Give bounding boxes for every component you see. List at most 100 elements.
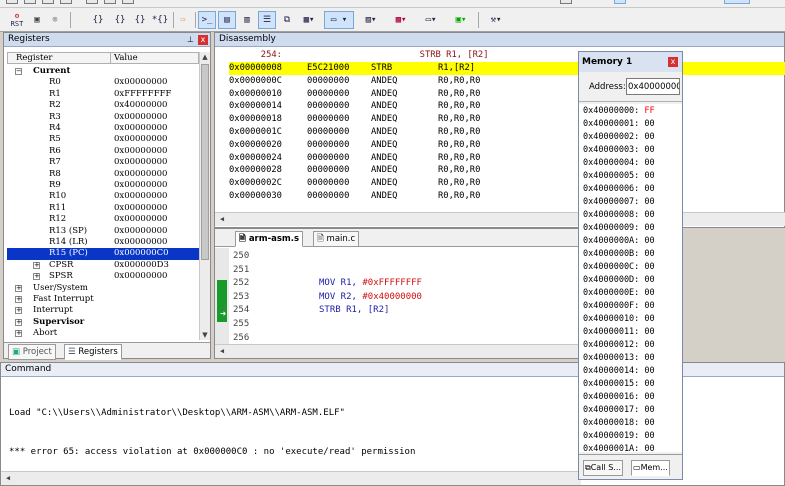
register-value[interactable]: 0x00000000 <box>114 237 167 248</box>
editor-line[interactable]: 250 <box>215 249 577 263</box>
memory-value[interactable]: 00 <box>644 132 654 142</box>
expand-icon[interactable]: + <box>15 318 22 326</box>
tab-memory[interactable]: ▭Mem... <box>631 460 670 476</box>
copy-icon[interactable] <box>104 0 116 4</box>
memory-row[interactable]: 0x4000000B: 00 <box>583 248 677 261</box>
expand-icon[interactable]: + <box>33 261 40 269</box>
memory-row[interactable]: 0x40000010: 00 <box>583 313 677 326</box>
call-stack-icon[interactable]: ⧉ <box>278 11 296 29</box>
memory-value[interactable]: 00 <box>644 158 654 168</box>
memory-value[interactable]: FF <box>644 106 654 116</box>
memory-title-bar[interactable]: Memory 1 x <box>579 52 682 72</box>
analysis-window-icon[interactable]: ▩▾ <box>388 11 414 29</box>
expand-icon[interactable]: + <box>15 296 22 303</box>
register-value[interactable]: 0x00000000 <box>114 77 167 88</box>
memory-value[interactable]: 00 <box>644 249 654 259</box>
trace-window-icon[interactable]: ▭▾ <box>418 11 444 29</box>
register-row[interactable]: R0 0x00000000 <box>7 77 201 88</box>
memory-row[interactable]: 0x40000017: 00 <box>583 404 677 417</box>
register-value[interactable]: 0xFFFFFFFF <box>114 89 171 100</box>
memory-row[interactable]: 0x40000007: 00 <box>583 196 677 209</box>
memory-row[interactable]: 0x40000008: 00 <box>583 209 677 222</box>
memory-value[interactable]: 00 <box>644 405 654 415</box>
memory-value[interactable]: 00 <box>644 379 654 389</box>
register-value[interactable]: 0x00000000 <box>114 203 167 214</box>
memory-row[interactable]: 0x40000004: 00 <box>583 157 677 170</box>
memory-row[interactable]: 0x40000002: 00 <box>583 131 677 144</box>
symbols-window-icon[interactable]: ▥ <box>238 11 256 29</box>
toolbox-icon[interactable]: ⚒▾ <box>482 11 510 29</box>
memory-value[interactable]: 00 <box>644 301 654 311</box>
save-all-icon[interactable] <box>60 0 72 4</box>
register-value[interactable]: 0x00000000 <box>114 214 167 225</box>
memory-value[interactable]: 00 <box>644 340 654 350</box>
disassembly-row[interactable]: 0x0000001C 00000000 ANDEQ R0,R0,R0 <box>229 126 785 139</box>
disassembly-row[interactable]: 0x00000018 00000000 ANDEQ R0,R0,R0 <box>229 113 785 126</box>
disassembly-hscrollbar[interactable]: ◀ <box>215 212 785 226</box>
disassembly-row[interactable]: 0x00000030 00000000 ANDEQ R0,R0,R0 <box>229 190 785 203</box>
tab-project[interactable]: ▣ Project <box>8 344 56 360</box>
memory-value[interactable]: 00 <box>644 171 654 181</box>
register-row[interactable]: R8 0x00000000 <box>7 169 201 180</box>
register-value[interactable]: 0x00000000 <box>114 157 167 168</box>
disassembly-row[interactable]: 0x0000002C 00000000 ANDEQ R0,R0,R0 <box>229 177 785 190</box>
memory-value[interactable]: 00 <box>644 366 654 376</box>
column-header-register[interactable]: Register <box>16 53 52 64</box>
disassembly-row[interactable]: 0x00000014 00000000 ANDEQ R0,R0,R0 <box>229 100 785 113</box>
register-mode-group[interactable]: + Interrupt <box>7 305 201 316</box>
editor-line[interactable]: 253 MOV R2, #0x40000000 <box>215 290 577 304</box>
run-to-cursor-icon[interactable]: *{} <box>150 11 170 29</box>
memory-value[interactable]: 00 <box>644 327 654 337</box>
command-window-icon[interactable]: >_ <box>198 11 216 29</box>
serial-window-icon[interactable]: ▨▾ <box>358 11 384 29</box>
stop-icon[interactable]: ▣ <box>28 11 46 29</box>
register-mode-group[interactable]: + Fast Interrupt <box>7 294 201 305</box>
register-value[interactable]: 0x00000000 <box>114 191 167 202</box>
collapse-icon[interactable]: − <box>15 68 22 75</box>
register-row[interactable]: R12 0x00000000 <box>7 214 201 225</box>
register-value[interactable]: 0x00000000 <box>114 134 167 145</box>
memory-value[interactable]: 00 <box>644 353 654 363</box>
register-row[interactable]: + SPSR 0x00000000 <box>7 271 201 282</box>
register-value[interactable]: 0x000000C0 <box>114 248 169 259</box>
register-row[interactable]: R15 (PC) 0x000000C0 <box>7 248 201 260</box>
expand-icon[interactable]: + <box>33 273 40 281</box>
memory-row[interactable]: 0x40000018: 00 <box>583 417 677 430</box>
open-file-icon[interactable] <box>24 0 36 4</box>
close-icon[interactable]: x <box>198 35 208 45</box>
expand-icon[interactable]: + <box>15 330 22 338</box>
rst-icon[interactable]: ⚙ RST <box>8 11 26 29</box>
memory-value[interactable]: 00 <box>644 145 654 155</box>
register-value[interactable]: 0x00000000 <box>114 271 167 282</box>
register-row[interactable]: R10 0x00000000 <box>7 191 201 202</box>
memory-rows[interactable]: 0x40000000: FF 0x40000001: 00 0x40000002: … <box>579 104 682 452</box>
memory-value[interactable]: 00 <box>644 119 654 129</box>
tab-call-stack[interactable]: ⧉Call S... <box>583 460 623 476</box>
registers-window-icon[interactable]: ☰ <box>258 11 276 29</box>
step-into-icon[interactable]: {} <box>88 11 108 29</box>
register-value[interactable]: 0x00000000 <box>114 123 167 134</box>
paste-icon[interactable] <box>122 0 134 4</box>
editor-line[interactable]: 256 <box>215 331 577 345</box>
find-icon[interactable] <box>560 0 572 4</box>
editor-line[interactable]: 255 <box>215 317 577 331</box>
expand-icon[interactable]: + <box>15 284 22 292</box>
register-mode-group[interactable]: + User/System <box>7 283 201 294</box>
memory-value[interactable]: 00 <box>644 275 654 285</box>
register-row[interactable]: R7 0x00000000 <box>7 157 201 168</box>
register-value[interactable]: 0x000000D3 <box>114 260 169 271</box>
register-value[interactable]: 0x40000000 <box>114 100 167 111</box>
show-next-statement-icon[interactable]: ⇨ <box>174 11 192 29</box>
memory-value[interactable]: 00 <box>644 314 654 324</box>
disassembly-row[interactable]: 0x00000020 00000000 ANDEQ R0,R0,R0 <box>229 139 785 152</box>
register-row[interactable]: R3 0x00000000 <box>7 112 201 123</box>
register-row[interactable]: + CPSR 0x000000D3 <box>7 260 201 271</box>
memory-row[interactable]: 0x4000000C: 00 <box>583 261 677 274</box>
disassembly-row[interactable]: 0x00000010 00000000 ANDEQ R0,R0,R0 <box>229 88 785 101</box>
memory-row[interactable]: 0x40000012: 00 <box>583 339 677 352</box>
registers-scrollbar[interactable]: ▲ ▼ <box>199 52 210 340</box>
register-value[interactable]: 0x00000000 <box>114 169 167 180</box>
memory-value[interactable]: 00 <box>644 418 654 428</box>
register-row[interactable]: R4 0x00000000 <box>7 123 201 134</box>
register-row[interactable]: R6 0x00000000 <box>7 146 201 157</box>
